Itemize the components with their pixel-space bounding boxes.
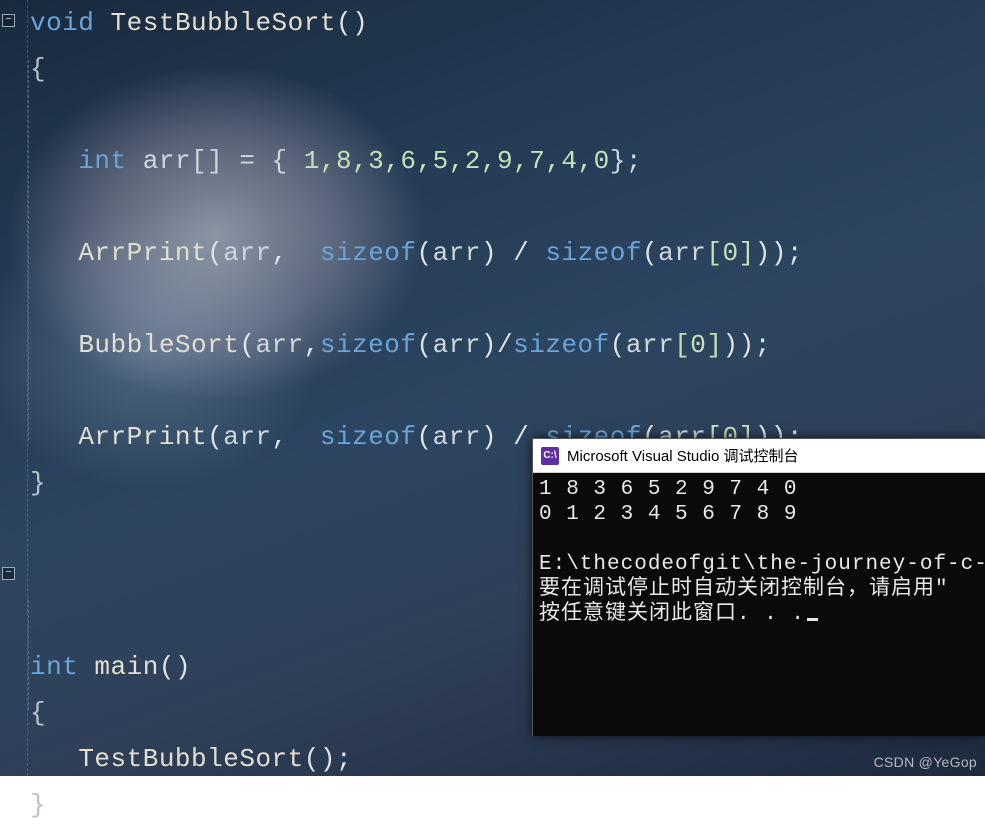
text-cursor [807, 618, 818, 621]
output-line-2: 0 1 2 3 4 5 6 7 8 9 [539, 503, 797, 526]
paren-close: ) [755, 238, 771, 268]
paren-close: ) [481, 422, 497, 452]
identifier-arr: arr [223, 422, 271, 452]
operator-divide: / [497, 330, 513, 360]
comma: , [272, 238, 304, 268]
fn-arrprint: ArrPrint [78, 238, 207, 268]
output-hint-2: 按任意键关闭此窗口. . . [539, 603, 805, 626]
output-path: E:\thecodeofgit\the-journey-of-c-langu [539, 553, 985, 576]
comma: , [304, 330, 320, 360]
identifier-arr: arr [223, 238, 271, 268]
fold-toggle[interactable]: − [2, 567, 15, 580]
fold-toggle[interactable]: − [2, 14, 15, 27]
operator-divide: / [497, 238, 545, 268]
fn-testbubblesort: TestBubbleSort [111, 8, 336, 38]
paren-close: ) [723, 330, 739, 360]
output-line-1: 1 8 3 6 5 2 9 7 4 0 [539, 478, 797, 501]
paren-open: ( [239, 330, 255, 360]
keyword-sizeof: sizeof [513, 330, 610, 360]
paren-open: ( [207, 422, 223, 452]
brace-close: } [30, 790, 46, 820]
keyword-int: int [78, 146, 126, 176]
paren-open: ( [610, 330, 626, 360]
brace-open: { [30, 698, 46, 728]
console-titlebar[interactable]: C:\ Microsoft Visual Studio 调试控制台 [533, 439, 985, 473]
identifier-arr: arr [433, 330, 481, 360]
paren-open: ( [417, 422, 433, 452]
array-values: 1,8,3,6,5,2,9,7,4,0 [304, 146, 610, 176]
stmt-end: ); [739, 330, 771, 360]
paren-open: ( [207, 238, 223, 268]
indent-guide [28, 600, 29, 710]
vs-icon: C:\ [541, 447, 559, 465]
identifier-arr: arr [658, 238, 706, 268]
keyword-sizeof: sizeof [320, 330, 417, 360]
paren-open: ( [417, 330, 433, 360]
comma: , [272, 422, 304, 452]
keyword-sizeof: sizeof [320, 238, 417, 268]
keyword-sizeof: sizeof [320, 422, 417, 452]
fn-arrprint: ArrPrint [78, 422, 207, 452]
console-title: Microsoft Visual Studio 调试控制台 [567, 445, 798, 466]
keyword-void: void [30, 8, 94, 38]
keyword-int: int [30, 652, 78, 682]
index-zero: [0] [706, 238, 754, 268]
paren-close: ) [481, 238, 497, 268]
paren-open: ( [417, 238, 433, 268]
call-end: (); [304, 744, 352, 774]
identifier-arr: arr [255, 330, 303, 360]
watermark: CSDN @YeGop [874, 754, 977, 770]
paren-open: ( [642, 238, 658, 268]
stmt-end: ); [771, 238, 803, 268]
fn-bubblesort: BubbleSort [78, 330, 239, 360]
indent-guide [28, 60, 29, 440]
array-decl: arr[] = { [143, 146, 304, 176]
brace-open: { [30, 54, 46, 84]
output-hint-1: 要在调试停止时自动关闭控制台，请启用" [539, 578, 949, 601]
index-zero: [0] [674, 330, 722, 360]
array-decl-end: }; [610, 146, 642, 176]
keyword-sizeof: sizeof [545, 238, 642, 268]
paren: () [336, 8, 368, 38]
identifier-arr: arr [626, 330, 674, 360]
editor-gutter: − − [0, 0, 28, 776]
identifier-arr: arr [433, 238, 481, 268]
console-output: 1 8 3 6 5 2 9 7 4 0 0 1 2 3 4 5 6 7 8 9 … [533, 473, 985, 631]
fn-main: main [94, 652, 158, 682]
fn-call-testbubblesort: TestBubbleSort [78, 744, 303, 774]
brace-close: } [30, 468, 46, 498]
paren-close: ) [481, 330, 497, 360]
identifier-arr: arr [433, 422, 481, 452]
code-editor[interactable]: − − void TestBubbleSort() { int arr[] = … [0, 0, 985, 776]
paren: () [159, 652, 191, 682]
debug-console-window[interactable]: C:\ Microsoft Visual Studio 调试控制台 1 8 3 … [532, 438, 985, 736]
